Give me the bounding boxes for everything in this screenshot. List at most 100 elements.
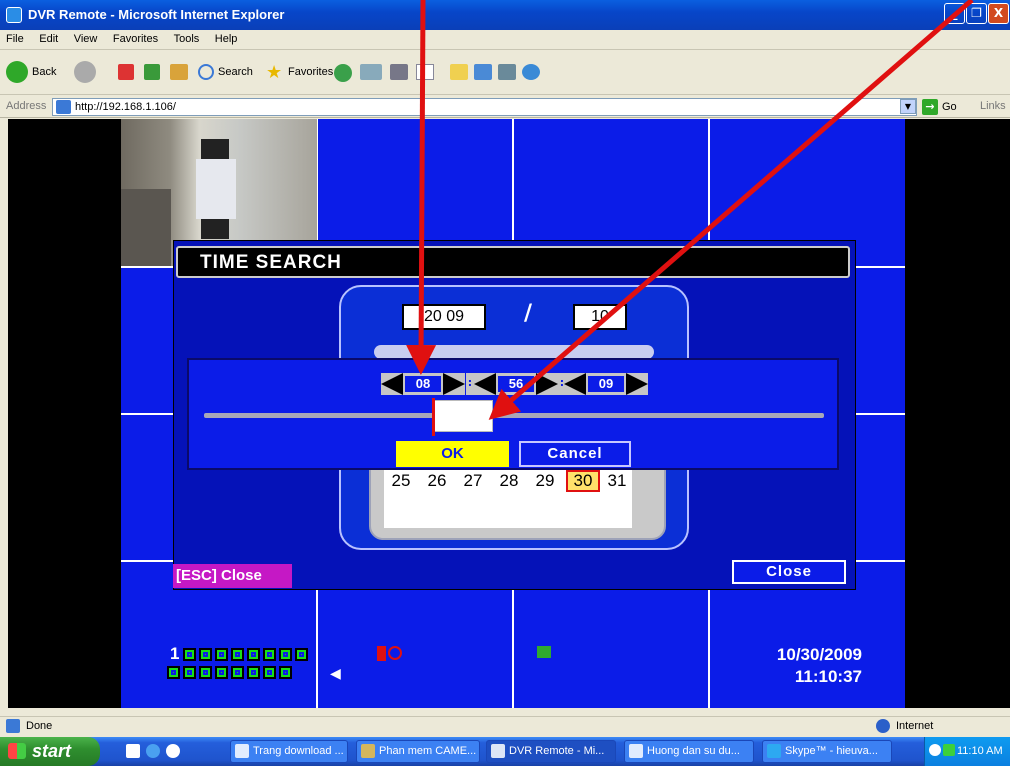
second-decrease-icon[interactable] [564,373,586,395]
calendar-day[interactable]: 27 [456,471,490,491]
menu-bar: File Edit View Favorites Tools Help [0,30,1010,50]
cancel-button[interactable]: Cancel [519,441,631,467]
channel-indicator-icon[interactable] [167,666,180,679]
channel-indicator-icon[interactable] [295,648,308,661]
calendar-day[interactable]: 28 [492,471,526,491]
taskbar-item[interactable]: Phan mem CAME... [356,740,480,763]
minute-increase-icon[interactable] [536,373,558,395]
quicklaunch-browser-icon[interactable] [166,744,180,758]
quicklaunch-icon[interactable] [126,744,140,758]
print-icon[interactable] [390,64,408,80]
tray-network-icon[interactable] [943,744,955,756]
favorites-star-icon[interactable]: ★ [266,63,282,83]
taskbar-item[interactable]: Huong dan su du... [624,740,754,763]
back-arrow-icon[interactable] [6,61,28,83]
calendar-day[interactable]: 31 [600,471,634,491]
tray-clock[interactable]: 11:10 AM [957,745,1003,757]
calendar-day[interactable]: 29 [528,471,562,491]
mail-icon[interactable] [360,64,382,80]
calendar-day-selected[interactable]: 30 [566,470,600,492]
record-icon [377,646,386,661]
search-button[interactable]: Search [218,66,253,86]
second-spinner: 09 [564,373,648,395]
menu-favorites[interactable]: Favorites [107,30,164,45]
start-button[interactable]: start [0,737,100,766]
channel-indicator-icon[interactable] [199,648,212,661]
minute-spinner: 56 [474,373,558,395]
channel-indicator-icon[interactable] [247,666,260,679]
search-icon[interactable] [198,64,214,80]
address-bar: Address http://192.168.1.106/ ▼ → Go Lin… [0,96,1010,118]
calendar-day[interactable]: 26 [420,471,454,491]
skype-icon [767,744,781,758]
time-slider-thumb[interactable] [433,400,493,432]
quicklaunch-ie-icon[interactable] [146,744,160,758]
forward-arrow-icon[interactable] [74,61,96,83]
menu-help[interactable]: Help [209,30,244,45]
channel-indicator-icon[interactable] [215,648,228,661]
time-slider-track[interactable] [204,413,824,418]
channel-indicator-icon[interactable] [183,666,196,679]
maximize-button[interactable]: ❐ [966,3,987,24]
date-separator: / [524,301,533,326]
refresh-icon[interactable] [144,64,160,80]
minimize-button[interactable]: _ [944,3,965,24]
channel-indicator-icon[interactable] [263,666,276,679]
research-icon[interactable] [498,64,516,80]
channel-indicator-icon[interactable] [231,648,244,661]
close-button[interactable]: Close [732,560,846,584]
favorites-button[interactable]: Favorites [288,66,333,86]
calendar-day[interactable]: 25 [384,471,418,491]
ok-button[interactable]: OK [396,441,509,467]
channel-indicator-icon[interactable] [263,648,276,661]
stop-icon[interactable] [118,64,134,80]
tray-icon[interactable] [929,744,941,756]
messenger-icon[interactable] [474,64,492,80]
menu-tools[interactable]: Tools [168,30,206,45]
channel-indicator-icon[interactable] [215,666,228,679]
media-icon[interactable] [334,64,352,82]
links-button[interactable]: Links [980,100,1006,112]
menu-edit[interactable]: Edit [33,30,64,45]
security-zone: Internet [896,720,934,732]
discuss-icon[interactable] [450,64,468,80]
month-field[interactable]: 10 [573,304,627,330]
windows-flag-icon [8,743,26,759]
window-title-bar[interactable]: DVR Remote - Microsoft Internet Explorer… [0,0,1010,30]
menu-file[interactable]: File [0,30,30,45]
second-value[interactable]: 09 [588,376,624,392]
address-field[interactable]: http://192.168.1.106/ [52,98,917,116]
menu-view[interactable]: View [68,30,104,45]
channel-indicator-icon[interactable] [199,666,212,679]
channel-number: 1 [170,644,180,663]
channel-indicator-icon[interactable] [279,666,292,679]
speaker-icon[interactable]: ◀ [330,667,342,681]
channel-indicator-icon[interactable] [247,648,260,661]
back-button[interactable]: Back [32,66,56,86]
go-button[interactable]: → Go [922,98,966,116]
window-title: DVR Remote - Microsoft Internet Explorer [28,7,285,22]
hour-spinner: 08 [381,373,465,395]
edit-word-icon[interactable] [416,64,434,80]
hour-increase-icon[interactable] [443,373,465,395]
close-window-button[interactable]: X [988,3,1009,24]
address-dropdown-icon[interactable]: ▼ [900,99,916,114]
minute-decrease-icon[interactable] [474,373,496,395]
taskbar-item[interactable]: Skype™ - hieuva... [762,740,892,763]
channel-indicator-icon[interactable] [279,648,292,661]
year-field[interactable]: 20 09 [402,304,486,330]
channel-indicator-icon[interactable] [183,648,196,661]
second-increase-icon[interactable] [626,373,648,395]
taskbar-item[interactable]: Trang download ... [230,740,348,763]
time-slider-marker [432,398,435,436]
hour-value[interactable]: 08 [405,376,441,392]
home-icon[interactable] [170,64,188,80]
taskbar-item-active[interactable]: DVR Remote - Mi... [486,740,616,763]
channel-indicator-icon[interactable] [231,666,244,679]
minute-value[interactable]: 56 [498,376,534,392]
schedule-clock-icon [388,646,402,660]
hour-decrease-icon[interactable] [381,373,403,395]
address-url[interactable]: http://192.168.1.106/ [75,101,176,113]
people-icon[interactable] [522,64,540,80]
esc-close-button[interactable]: [ESC] Close [173,564,292,588]
